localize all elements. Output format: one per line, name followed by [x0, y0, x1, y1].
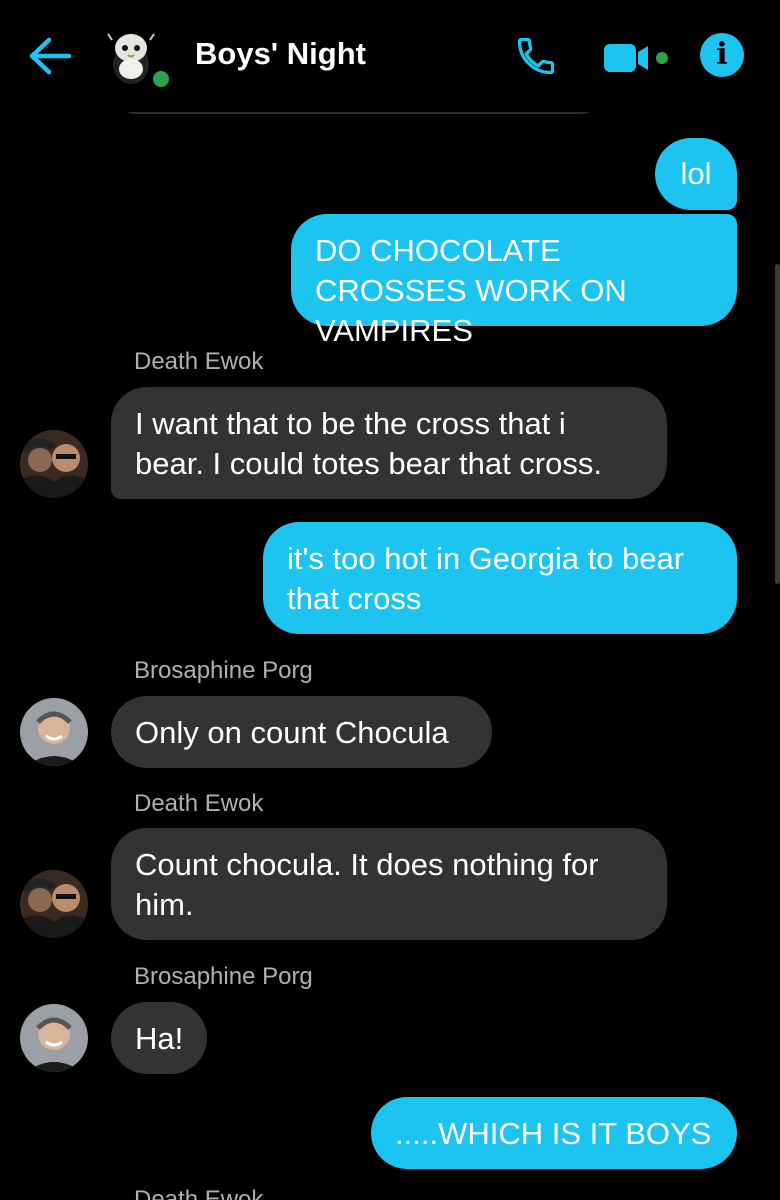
avatar-death-ewok[interactable]: [20, 430, 88, 498]
sender-name: Death Ewok: [134, 790, 264, 817]
scrollbar[interactable]: [775, 264, 780, 584]
online-status-dot: [150, 68, 172, 90]
sender-name: Death Ewok: [134, 348, 264, 375]
message-bubble-outgoing[interactable]: it's too hot in Georgia to bear that cro…: [263, 522, 737, 634]
message-bubble-outgoing[interactable]: .....WHICH IS IT BOYS: [371, 1097, 737, 1169]
avatar-brosaphine-porg[interactable]: [20, 1004, 88, 1072]
message-bubble-incoming[interactable]: Count chocula. It does nothing for him.: [111, 828, 667, 940]
info-icon[interactable]: i: [700, 33, 744, 77]
conversation-title[interactable]: Boys' Night: [195, 36, 366, 72]
sender-name: Brosaphine Porg: [134, 657, 313, 684]
phone-icon[interactable]: [512, 32, 560, 80]
message-bubble-outgoing[interactable]: DO CHOCOLATE CROSSES WORK ON VAMPIRES: [291, 214, 737, 348]
message-bubble-incoming[interactable]: I want that to be the cross that i bear.…: [111, 387, 667, 499]
back-arrow-icon[interactable]: [24, 30, 76, 82]
avatar-brosaphine-porg[interactable]: [20, 698, 88, 766]
sender-name-partial: Death Ewok: [134, 1186, 264, 1200]
message-bubble-outgoing[interactable]: lol: [655, 138, 737, 210]
video-camera-icon[interactable]: [602, 38, 678, 76]
message-bubble-incoming[interactable]: Ha!: [111, 1002, 207, 1074]
avatar-death-ewok[interactable]: [20, 870, 88, 938]
conversation-header: Boys' Night i: [0, 0, 780, 112]
message-bubble-incoming[interactable]: Only on count Chocula: [111, 696, 492, 768]
sender-name: Brosaphine Porg: [134, 963, 313, 990]
